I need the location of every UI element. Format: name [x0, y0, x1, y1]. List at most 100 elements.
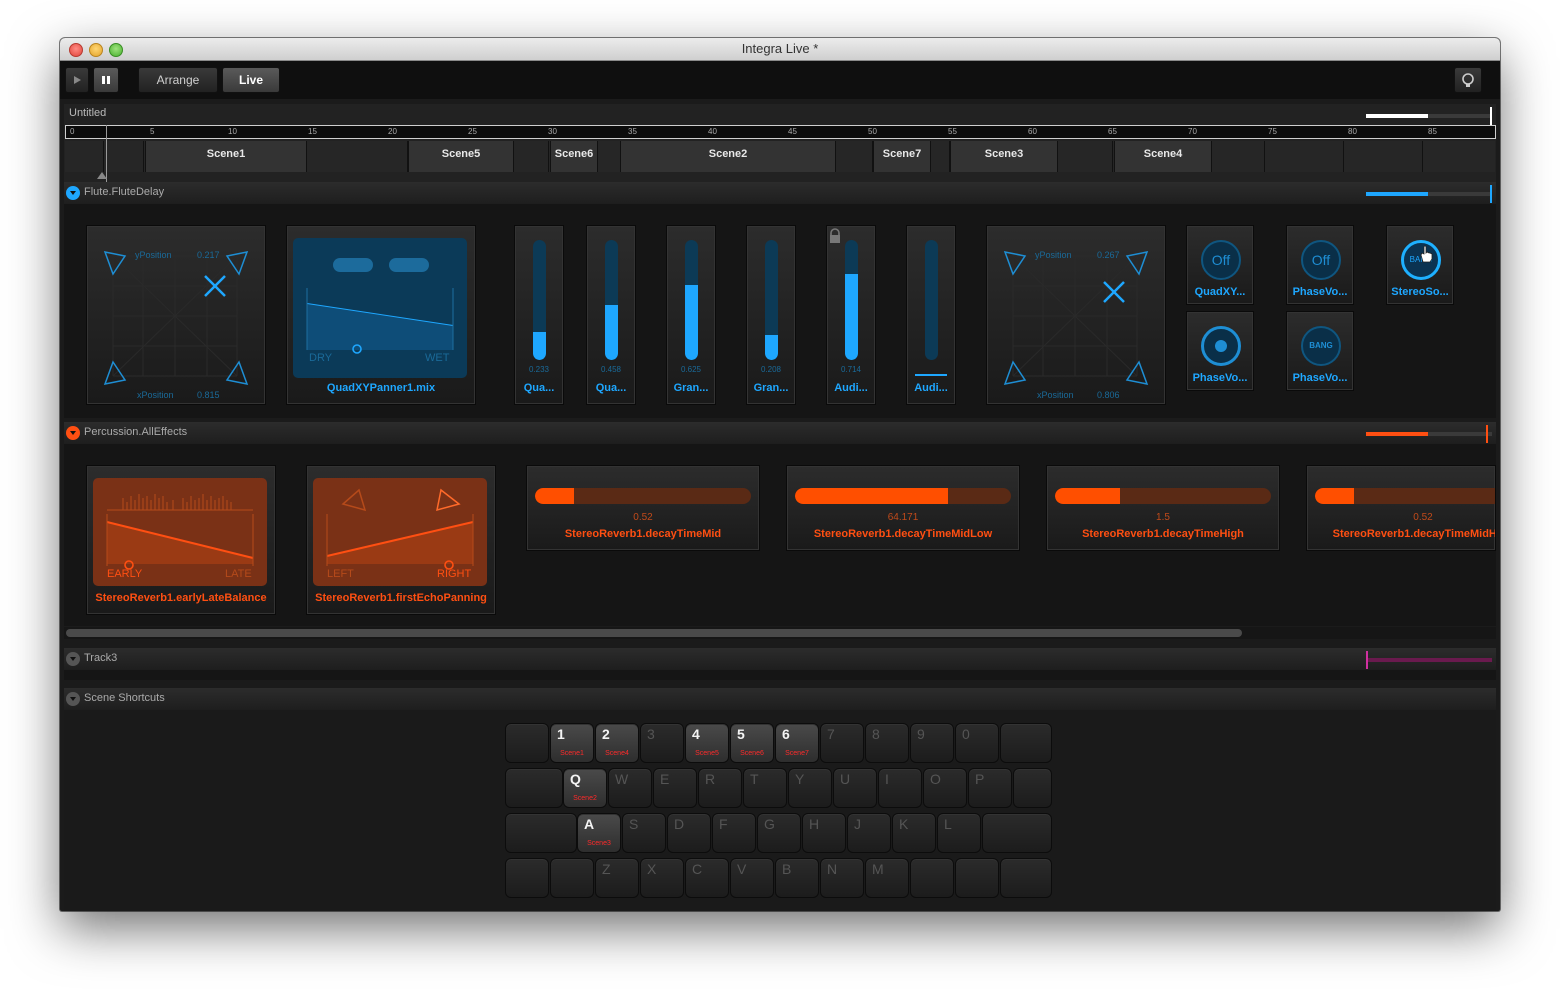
vertical-slider[interactable]: 0.208 Gran...	[746, 225, 796, 405]
keyboard-key[interactable]: E	[653, 768, 697, 808]
keyboard-key[interactable]: B	[775, 858, 819, 898]
keyboard-key[interactable]: A Scene3	[577, 813, 621, 853]
panning-envelope-area[interactable]: LEFT RIGHT	[313, 478, 487, 586]
keyboard-key[interactable]: T	[743, 768, 787, 808]
keyboard-key[interactable]	[505, 768, 563, 808]
keyboard-key[interactable]: X	[640, 858, 684, 898]
scene-block-scene3[interactable]: Scene3	[950, 141, 1058, 172]
keyboard-key[interactable]: W	[608, 768, 652, 808]
pause-button[interactable]	[93, 67, 119, 93]
keyboard-key[interactable]: I	[878, 768, 922, 808]
horizontal-slider[interactable]: 64.171 StereoReverb1.decayTimeMidLow	[786, 465, 1020, 551]
keyboard-key[interactable]: L	[937, 813, 981, 853]
scene-block-scene5[interactable]: Scene5	[408, 141, 514, 172]
xy-pad[interactable]	[987, 226, 1165, 404]
panning-widget[interactable]: LEFT RIGHT StereoReverb1.firstEchoPannin…	[306, 465, 496, 615]
keyboard-key[interactable]: H	[802, 813, 846, 853]
track-expand-toggle[interactable]	[66, 426, 80, 440]
vertical-slider[interactable]: 0.458 Qua...	[586, 225, 636, 405]
keyboard-key[interactable]: 7	[820, 723, 864, 763]
mix-widget[interactable]: DRY WET QuadXYPanner1.mix	[286, 225, 476, 405]
keyboard-key[interactable]: Z	[595, 858, 639, 898]
live-view-button[interactable]: Live	[222, 67, 280, 93]
keyboard-key[interactable]: 2 Scene4	[595, 723, 639, 763]
vertical-slider[interactable]: 0.233 Qua...	[514, 225, 564, 405]
keyboard-key[interactable]: O	[923, 768, 967, 808]
record-toggle-button[interactable]	[1201, 326, 1241, 366]
track-expand-toggle[interactable]	[66, 186, 80, 200]
keyboard-key[interactable]: N	[820, 858, 864, 898]
toggle-widget[interactable]: PhaseVo...	[1186, 311, 1254, 391]
project-volume-slider[interactable]	[1366, 107, 1492, 125]
keyboard-key[interactable]: V	[730, 858, 774, 898]
bang-widget[interactable]: BANG PhaseVo...	[1286, 311, 1354, 391]
keyboard-key[interactable]	[505, 858, 549, 898]
shortcuts-expand-toggle[interactable]	[66, 692, 80, 706]
keyboard-key[interactable]	[1000, 858, 1052, 898]
timeline-ruler[interactable]: 0 5 10 15 20 25 30 35 40 45 50 55 60 65 …	[65, 125, 1496, 139]
scene-block-scene1[interactable]: Scene1	[145, 141, 307, 172]
keyboard-key[interactable]: 8	[865, 723, 909, 763]
play-button[interactable]	[65, 67, 89, 93]
keyboard-key[interactable]	[982, 813, 1052, 853]
keyboard-key[interactable]	[1013, 768, 1052, 808]
track-volume-slider[interactable]	[1366, 425, 1492, 443]
keyboard-key[interactable]	[505, 813, 577, 853]
balance-envelope-area[interactable]: EARLY LATE	[93, 478, 267, 586]
vertical-slider[interactable]: Audi...	[906, 225, 956, 405]
scrollbar-thumb[interactable]	[66, 629, 1242, 637]
lock-icon[interactable]	[827, 228, 843, 244]
keyboard-key[interactable]	[955, 858, 999, 898]
keyboard-key[interactable]: S	[622, 813, 666, 853]
track-volume-slider[interactable]	[1366, 185, 1492, 203]
keyboard-key[interactable]: K	[892, 813, 936, 853]
mix-envelope-area[interactable]: DRY WET	[293, 238, 467, 378]
keyboard-key[interactable]: D	[667, 813, 711, 853]
toggle-button[interactable]: Off	[1201, 240, 1241, 280]
keyboard-key[interactable]: 0	[955, 723, 999, 763]
info-button[interactable]	[1454, 67, 1482, 93]
keyboard-key[interactable]: 5 Scene6	[730, 723, 774, 763]
keyboard-key[interactable]: 3	[640, 723, 684, 763]
keyboard-key[interactable]: J	[847, 813, 891, 853]
vertical-slider[interactable]: 0.625 Gran...	[666, 225, 716, 405]
keyboard-key[interactable]: U	[833, 768, 877, 808]
bang-button[interactable]: BANG	[1301, 326, 1341, 366]
xy-panner-widget[interactable]: yPosition 0.267 xPosition 0.806	[986, 225, 1166, 405]
vertical-slider[interactable]: 0.714 Audi...	[826, 225, 876, 405]
bang-widget[interactable]: BANG StereoSo...	[1386, 225, 1454, 305]
keyboard-key[interactable]	[910, 858, 954, 898]
keyboard-key[interactable]: M	[865, 858, 909, 898]
scene-block-scene4[interactable]: Scene4	[1114, 141, 1212, 172]
horizontal-slider[interactable]: 1.5 StereoReverb1.decayTimeHigh	[1046, 465, 1280, 551]
track-volume-slider[interactable]	[1366, 651, 1492, 669]
keyboard-key[interactable]: 9	[910, 723, 954, 763]
slider-handle[interactable]	[915, 374, 947, 376]
keyboard-key[interactable]: Y	[788, 768, 832, 808]
toggle-button[interactable]: Off	[1301, 240, 1341, 280]
scene-block-scene2[interactable]: Scene2	[620, 141, 836, 172]
toggle-widget[interactable]: Off QuadXY...	[1186, 225, 1254, 305]
scene-block-scene6[interactable]: Scene6	[550, 141, 598, 172]
keyboard-key[interactable]: G	[757, 813, 801, 853]
track-expand-toggle[interactable]	[66, 652, 80, 666]
keyboard-key[interactable]: 1 Scene1	[550, 723, 594, 763]
xy-panner-widget[interactable]: yPosition 0.217 xPosition 0.815	[86, 225, 266, 405]
arrange-view-button[interactable]: Arrange	[138, 67, 218, 93]
toggle-widget[interactable]: Off PhaseVo...	[1286, 225, 1354, 305]
keyboard-key[interactable]: P	[968, 768, 1012, 808]
horizontal-slider[interactable]: 0.52 StereoReverb1.decayTimeMid	[526, 465, 760, 551]
playhead-marker[interactable]	[97, 172, 107, 179]
keyboard-key[interactable]	[1000, 723, 1052, 763]
scene-block-scene7[interactable]: Scene7	[873, 141, 931, 172]
keyboard-key[interactable]: 4 Scene5	[685, 723, 729, 763]
keyboard-key[interactable]: F	[712, 813, 756, 853]
keyboard-key[interactable]: C	[685, 858, 729, 898]
keyboard-key[interactable]: 6 Scene7	[775, 723, 819, 763]
horizontal-slider[interactable]: 0.52 StereoReverb1.decayTimeMidHigh	[1306, 465, 1496, 551]
keyboard-key[interactable]: Q Scene2	[563, 768, 607, 808]
xy-pad[interactable]	[87, 226, 265, 404]
keyboard-key[interactable]	[505, 723, 549, 763]
keyboard-key[interactable]	[550, 858, 594, 898]
horizontal-scrollbar[interactable]	[64, 627, 1496, 639]
